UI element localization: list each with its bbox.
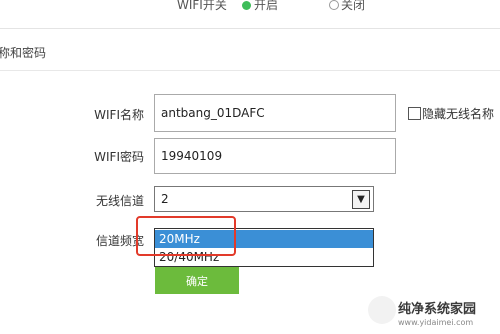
chevron-down-icon[interactable]: ▼	[352, 190, 370, 209]
radio-off-icon[interactable]	[329, 0, 339, 10]
section-title: 名称和密码	[0, 46, 47, 60]
watermark-url: www.yidaimei.com	[398, 318, 474, 327]
channel-select[interactable]: 2 ▼	[154, 186, 374, 212]
hide-ssid-checkbox[interactable]	[408, 107, 421, 120]
divider	[0, 28, 500, 29]
radio-on-icon[interactable]	[242, 1, 251, 10]
password-label: WIFI密码	[94, 150, 144, 164]
ssid-label: WIFI名称	[94, 108, 144, 122]
ssid-input[interactable]: antbang_01DAFC	[154, 94, 396, 132]
radio-off-label: 关闭	[341, 0, 366, 12]
hide-ssid-label: 隐藏无线名称	[422, 107, 495, 121]
wifi-switch-label: WIFI开关	[177, 0, 227, 12]
radio-on-label: 开启	[254, 0, 279, 12]
bandwidth-label: 信道频宽	[95, 234, 144, 248]
channel-label: 无线信道	[95, 194, 144, 208]
channel-value: 2	[161, 192, 169, 206]
watermark-text: 纯净系统家园	[398, 302, 477, 317]
divider	[0, 70, 500, 71]
highlight-annotation	[136, 216, 236, 256]
confirm-button[interactable]: 确定	[155, 267, 239, 294]
password-input[interactable]: 19940109	[154, 138, 396, 174]
watermark-logo-icon	[368, 296, 396, 324]
